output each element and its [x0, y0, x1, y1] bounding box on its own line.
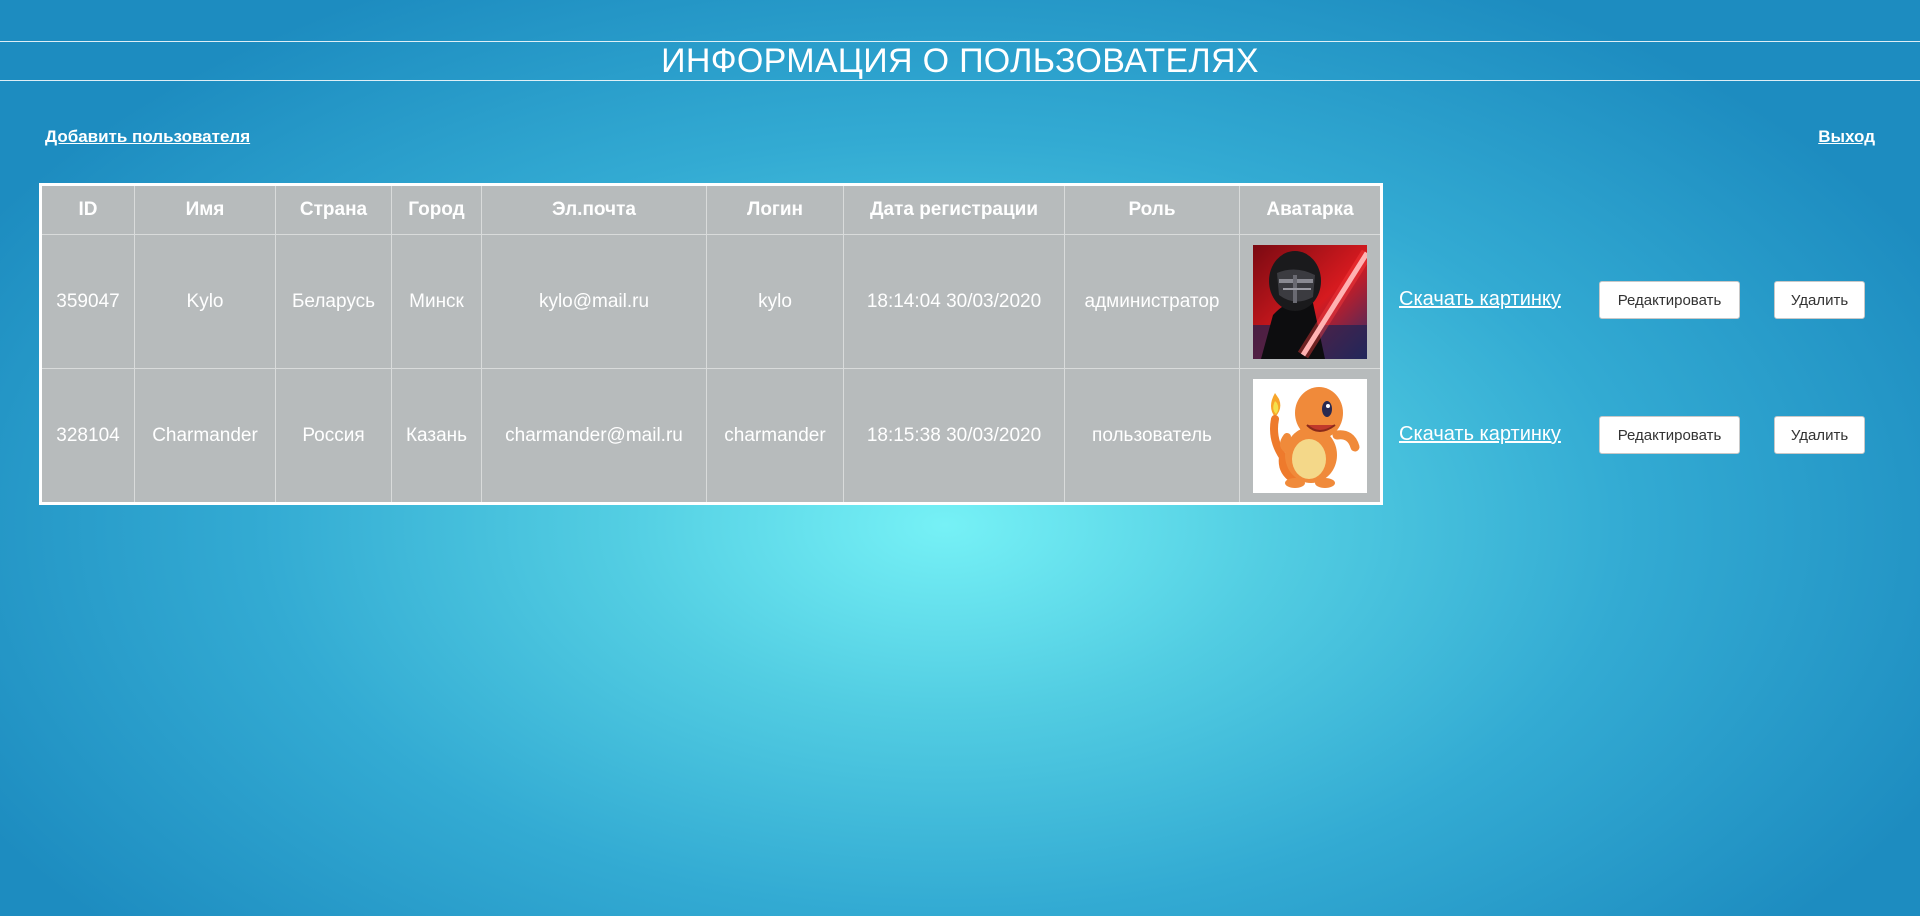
download-image-link[interactable]: Скачать картинку [1399, 423, 1561, 446]
cell-role: пользователь [1064, 368, 1240, 504]
cell-city: Казань [391, 368, 482, 504]
cell-login: charmander [706, 368, 844, 504]
table-row: 359047 Kylo Беларусь Минск kylo@mail.ru … [40, 234, 1382, 369]
cell-name: Charmander [134, 368, 276, 504]
column-header-city: Город [391, 184, 482, 235]
column-header-registration-date: Дата регистрации [843, 184, 1065, 235]
cell-country: Беларусь [275, 234, 392, 369]
page-title: ИНФОРМАЦИЯ О ПОЛЬЗОВАТЕЛЯХ [661, 42, 1259, 80]
cell-name: Kylo [134, 234, 276, 369]
table-row: 328104 Charmander Россия Казань charmand… [40, 368, 1382, 504]
add-user-link[interactable]: Добавить пользователя [45, 127, 250, 147]
cell-registration-date: 18:14:04 30/03/2020 [843, 234, 1065, 369]
cell-country: Россия [275, 368, 392, 504]
cell-role: администратор [1064, 234, 1240, 369]
cell-email: kylo@mail.ru [481, 234, 707, 369]
cell-city: Минск [391, 234, 482, 369]
charmander-avatar-icon [1253, 378, 1367, 493]
column-header-email: Эл.почта [481, 184, 707, 235]
delete-user-button[interactable]: Удалить [1774, 281, 1865, 319]
users-table: ID Имя Страна Город Эл.почта Логин Дата … [39, 183, 1383, 505]
column-header-login: Логин [706, 184, 844, 235]
cell-registration-date: 18:15:38 30/03/2020 [843, 368, 1065, 504]
cell-email: charmander@mail.ru [481, 368, 707, 504]
edit-user-button[interactable]: Редактировать [1599, 416, 1740, 454]
kylo-ren-avatar-icon [1253, 244, 1367, 359]
logout-link[interactable]: Выход [1818, 127, 1875, 147]
edit-user-button[interactable]: Редактировать [1599, 281, 1740, 319]
delete-user-button[interactable]: Удалить [1774, 416, 1865, 454]
column-header-role: Роль [1064, 184, 1240, 235]
download-image-link[interactable]: Скачать картинку [1399, 288, 1561, 311]
column-header-id: ID [40, 184, 135, 235]
cell-id: 359047 [40, 234, 135, 369]
page-header: ИНФОРМАЦИЯ О ПОЛЬЗОВАТЕЛЯХ [0, 41, 1920, 81]
cell-avatar [1239, 234, 1382, 369]
cell-id: 328104 [40, 368, 135, 504]
column-header-country: Страна [275, 184, 392, 235]
column-header-avatar: Аватарка [1239, 184, 1382, 235]
cell-avatar [1239, 368, 1382, 504]
column-header-name: Имя [134, 184, 276, 235]
cell-login: kylo [706, 234, 844, 369]
table-header-row: ID Имя Страна Город Эл.почта Логин Дата … [40, 184, 1382, 235]
